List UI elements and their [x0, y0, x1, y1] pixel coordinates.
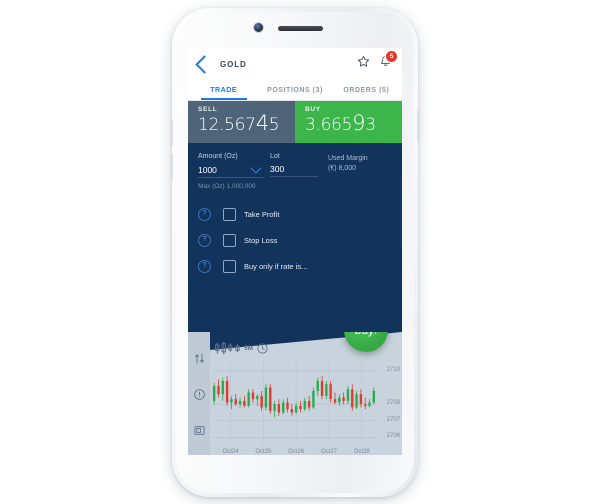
chart-y-tick: 2710 [386, 366, 400, 373]
sell-price-value: 12.56745 [198, 112, 295, 136]
order-form-panel: Amount (Oz) 1000 Lot 300 Used Margin (€)… [188, 143, 402, 332]
volume-up-button[interactable] [170, 120, 173, 146]
help-icon[interactable]: ? [198, 207, 211, 221]
earpiece-speaker [278, 26, 323, 31]
swap-vertical-icon[interactable] [193, 352, 206, 365]
chart-y-tick: 2707 [386, 416, 400, 423]
sell-price-button[interactable]: SELL 12.56745 [188, 101, 295, 143]
chart-toolbar: 5M [214, 338, 269, 358]
chart-x-tick: Oct27 [320, 449, 337, 455]
order-fields-row: Amount (Oz) 1000 Lot 300 Used Margin (€)… [198, 153, 392, 178]
chart-area: buy! [188, 332, 402, 455]
used-margin-block: Used Margin (€) 8,000 [328, 153, 368, 174]
chart-x-tick: Oct26 [288, 449, 305, 455]
buy-price-big-digit: 9 [352, 111, 366, 135]
stop-loss-checkbox[interactable] [223, 233, 236, 247]
buy-button[interactable]: buy! [344, 332, 388, 352]
buy-price-prefix: 3.665 [305, 115, 353, 135]
app-header: GOLD 5 [188, 48, 402, 80]
chart-y-tick: 2706 [386, 433, 400, 440]
max-amount-note: Max (Oz) 1,000,000 [198, 183, 256, 190]
help-icon[interactable]: ? [198, 233, 211, 247]
buy-price-value: 3.66593 [305, 112, 402, 136]
buy-price-suffix: 3 [365, 115, 376, 135]
volume-down-button[interactable] [170, 154, 173, 180]
help-icon[interactable]: ? [198, 259, 211, 273]
amount-field[interactable]: Amount (Oz) 1000 [198, 153, 264, 178]
candlestick-plot [212, 361, 376, 444]
order-options-list: ? Take Profit ? Stop Loss ? Buy only if … [198, 201, 392, 279]
lot-label: Lot [270, 153, 280, 160]
back-chevron-icon[interactable] [195, 54, 214, 74]
chart-side-rail [188, 332, 210, 455]
sell-price-big-digit: 4 [255, 111, 269, 135]
notification-badge: 5 [386, 51, 397, 62]
price-chart[interactable]: 2710 2708 2707 2706 Oct24 Oct25 Oct26 Oct27 Oct… [210, 358, 402, 455]
option-rate-condition[interactable]: ? Buy only if rate is... [198, 253, 392, 279]
page-title: GOLD [220, 59, 247, 69]
option-take-profit[interactable]: ? Take Profit [198, 201, 392, 227]
report-icon[interactable] [193, 424, 206, 437]
take-profit-label: Take Profit [244, 209, 280, 219]
rate-condition-checkbox[interactable] [223, 259, 236, 273]
tab-trade[interactable]: TRADE [188, 80, 259, 100]
used-margin-label: Used Margin [328, 155, 368, 162]
front-camera-icon [254, 23, 263, 32]
sell-price-suffix: 5 [268, 115, 280, 135]
used-margin-value: (€) 8,000 [328, 165, 357, 172]
sell-price-prefix: 12.567 [198, 115, 256, 135]
lot-input-line[interactable]: 300 [270, 164, 318, 177]
tab-orders[interactable]: ORDERS (5) [331, 80, 402, 100]
tab-bar: TRADE POSITIONS (3) ORDERS (5) [188, 80, 402, 101]
chart-x-tick: Oct25 [255, 449, 272, 455]
buy-price-button[interactable]: BUY 3.66593 [295, 101, 402, 149]
chevron-down-icon[interactable] [250, 162, 262, 174]
clock-icon[interactable] [256, 342, 269, 355]
power-button[interactable] [417, 110, 420, 142]
take-profit-checkbox[interactable] [223, 207, 236, 221]
amount-input-line[interactable]: 1000 [198, 162, 264, 178]
favorite-star-button[interactable] [357, 55, 370, 73]
info-circle-icon[interactable] [193, 388, 206, 401]
lot-input[interactable]: 300 [270, 164, 318, 174]
option-stop-loss[interactable]: ? Stop Loss [198, 227, 392, 253]
candlestick-icon[interactable] [214, 340, 244, 356]
amount-label: Amount (Oz) [198, 153, 238, 160]
lot-field[interactable]: Lot 300 [270, 153, 318, 177]
star-outline-icon [357, 55, 370, 67]
notifications-button[interactable]: 5 [379, 51, 397, 73]
amount-input[interactable]: 1000 [198, 165, 252, 175]
tab-positions[interactable]: POSITIONS (3) [259, 80, 330, 100]
chart-x-tick: Oct24 [222, 449, 239, 455]
stop-loss-label: Stop Loss [244, 235, 278, 245]
timeframe-label[interactable]: 5M [244, 345, 253, 352]
phone-screen: GOLD 5 TRADE POSITIONS (3) ORDERS (5) SE… [188, 48, 402, 455]
rate-condition-label: Buy only if rate is... [244, 261, 308, 271]
chart-x-tick: Oct28 [353, 449, 370, 455]
chart-y-tick: 2708 [386, 400, 400, 407]
price-row: SELL 12.56745 BUY 3.66593 [188, 101, 402, 149]
